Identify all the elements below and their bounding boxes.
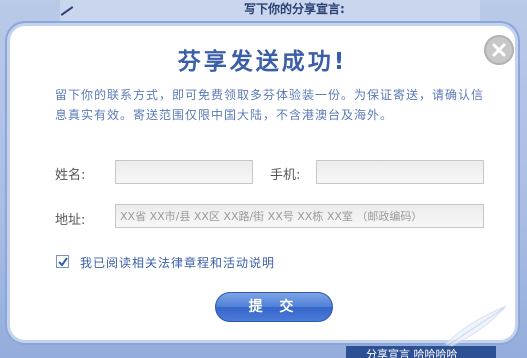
- page-backdrop: 写下你的分享宣言: 分享宣言 哈哈哈哈 芬享发送成功! 留下你的联系方式，即可免…: [0, 0, 527, 358]
- address-input[interactable]: [115, 204, 484, 228]
- phone-label: 手机:: [270, 168, 301, 183]
- dialog-title: 芬享发送成功!: [177, 49, 348, 75]
- agreement-checkbox[interactable]: [56, 255, 69, 268]
- agreement-label[interactable]: 我已阅读相关法律章程和活动说明: [80, 254, 275, 271]
- name-label: 姓名:: [55, 168, 86, 183]
- checkmark-icon: [58, 257, 68, 267]
- background-heading: 写下你的分享宣言:: [244, 2, 345, 16]
- success-dialog: 芬享发送成功! 留下你的联系方式，即可免费领取多芬体验装一份。为保证寄送，请确认…: [7, 23, 518, 343]
- address-label: 地址:: [55, 213, 86, 228]
- name-input[interactable]: [115, 160, 253, 184]
- phone-input[interactable]: [316, 160, 484, 184]
- close-button[interactable]: [484, 35, 514, 65]
- notice-text: 留下你的联系方式，即可免费领取多芬体验装一份。为保证寄送，请确认信息真实有效。寄…: [55, 88, 485, 122]
- close-icon: [492, 43, 506, 57]
- feather-watermark-icon: [444, 305, 507, 347]
- submit-button[interactable]: 提 交: [215, 292, 333, 322]
